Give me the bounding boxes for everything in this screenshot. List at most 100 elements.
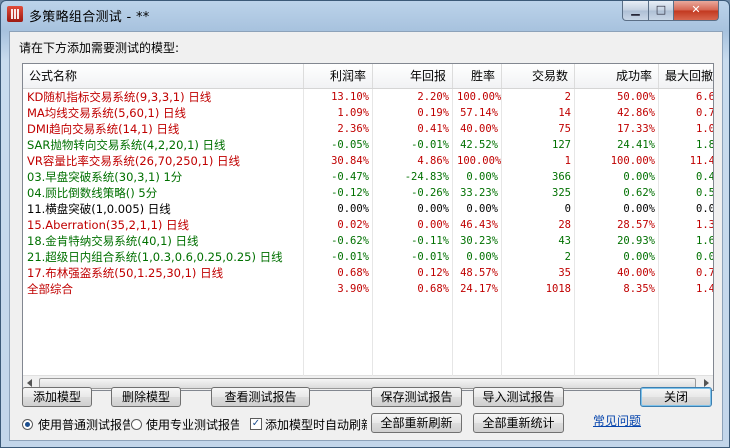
instruction-label: 请在下方添加需要测试的模型: (19, 41, 180, 55)
list-row[interactable]: 17.布林强盗系统(50,1.25,30,1) 日线 0.68% 0.12% 48.5… (23, 265, 713, 281)
model-name-cell: DMI趋向交易系统(14,1) 日线 (27, 122, 180, 136)
maximize-button[interactable]: □ (648, 1, 674, 21)
metric-cell: -0.62% (331, 235, 369, 247)
metric-cell: 1018 (545, 283, 571, 295)
metric-cell: 100.00% (610, 155, 655, 167)
metric-cell: -0.01% (331, 251, 369, 263)
list-header: 公式名称 利润率 年回报 胜率 交易数 成功率 最大回撤 (23, 64, 713, 89)
list-row[interactable]: VR容量比率交易系统(26,70,250,1) 日线 30.84% 4.86% 100… (23, 153, 713, 169)
minimize-icon: ▁ (631, 3, 640, 16)
model-name-cell: 全部综合 (27, 282, 73, 296)
import-report-button[interactable]: 导入测试报告 (473, 387, 564, 407)
model-name-cell: SAR抛物转向交易系统(4,2,20,1) 日线 (27, 138, 226, 152)
model-name-cell: 18.金肯特纳交易系统(40,1) 日线 (27, 234, 199, 248)
add-model-button[interactable]: 添加模型 (22, 387, 92, 407)
metric-cell: 366 (552, 171, 571, 183)
metric-cell: 1.4 (696, 283, 714, 295)
list-row[interactable]: SAR抛物转向交易系统(4,2,20,1) 日线 -0.05% -0.01% 42.5… (23, 137, 713, 153)
list-row[interactable]: 15.Aberration(35,2,1,1) 日线 0.02% 0.00% 46.4… (23, 217, 713, 233)
list-row[interactable]: 21.超级日内组合系统(1,0.3,0.6,0.25,0.25) 日线 -0.01… (23, 249, 713, 265)
metric-cell: 0.7 (696, 107, 714, 119)
close-button[interactable]: 关闭 (640, 387, 712, 407)
metric-cell: 2 (564, 91, 571, 103)
list-row[interactable]: 全部综合 3.90% 0.68% 24.17% 1018 8.35% 1.4 (23, 281, 713, 297)
close-icon: ✕ (691, 3, 701, 16)
column-header[interactable]: 最大回撤 (659, 64, 713, 88)
metric-cell: 0.00% (417, 219, 449, 231)
metric-cell: 42.86% (617, 107, 655, 119)
metric-cell: 50.00% (617, 91, 655, 103)
model-name-cell: MA均线交易系统(5,60,1) 日线 (27, 106, 186, 120)
metric-cell: 2 (564, 251, 571, 263)
model-list[interactable]: 公式名称 利润率 年回报 胜率 交易数 成功率 最大回撤 KD随机指标交易系统(9,3,3,… (22, 63, 714, 391)
model-name-cell: 04.顾比倒数线策略() 5分 (27, 186, 158, 200)
faq-link[interactable]: 常见问题 (593, 412, 641, 429)
metric-cell: 0.00% (466, 171, 498, 183)
list-row[interactable]: 03.早盘突破系统(30,3,1) 1分 -0.47% -24.83% 0.00% 36… (23, 169, 713, 185)
close-window-button[interactable]: ✕ (673, 1, 719, 21)
metric-cell: 0.00% (623, 171, 655, 183)
pro-report-radio[interactable] (131, 419, 142, 430)
window-title: 多策略组合测试 - ** (29, 10, 150, 25)
delete-model-button[interactable]: 删除模型 (111, 387, 181, 407)
metric-cell: 46.43% (460, 219, 498, 231)
metric-cell: 0.4 (696, 171, 714, 183)
scroll-right-icon[interactable] (704, 379, 709, 387)
metric-cell: 0.00% (623, 203, 655, 215)
auto-refresh-label[interactable]: 添加模型时自动刷新 (265, 416, 367, 433)
save-report-button[interactable]: 保存测试报告 (371, 387, 462, 407)
auto-refresh-checkbox[interactable]: ✓ (250, 418, 262, 430)
minimize-button[interactable]: ▁ (622, 1, 649, 21)
metric-cell: -0.47% (331, 171, 369, 183)
metric-cell: 30.23% (460, 235, 498, 247)
view-report-button[interactable]: 查看测试报告 (211, 387, 310, 407)
column-header[interactable]: 公式名称 (23, 64, 304, 88)
normal-report-radio[interactable] (22, 419, 33, 430)
metric-cell: 1 (564, 155, 571, 167)
column-header[interactable]: 利润率 (304, 64, 373, 88)
column-header[interactable]: 年回报 (373, 64, 453, 88)
model-name-cell: 17.布林强盗系统(50,1.25,30,1) 日线 (27, 266, 224, 280)
pro-report-label[interactable]: 使用专业测试报告 (146, 416, 239, 433)
recount-all-button[interactable]: 全部重新统计 (473, 413, 564, 433)
refresh-all-button[interactable]: 全部重新刷新 (371, 413, 462, 433)
column-header[interactable]: 胜率 (453, 64, 502, 88)
list-row[interactable]: MA均线交易系统(5,60,1) 日线 1.09% 0.19% 57.14% 14 42.… (23, 105, 713, 121)
metric-cell: 0.68% (337, 267, 369, 279)
metric-cell: 127 (552, 139, 571, 151)
metric-cell: 6.6 (696, 91, 714, 103)
metric-cell: -0.01% (411, 139, 449, 151)
metric-cell: 2.36% (337, 123, 369, 135)
metric-cell: 35 (558, 267, 571, 279)
list-row[interactable]: 18.金肯特纳交易系统(40,1) 日线 -0.62% -0.11% 30.23% 43… (23, 233, 713, 249)
title-bar[interactable]: 多策略组合测试 - ** ▁ □ ✕ (1, 1, 729, 27)
metric-cell: 0.12% (417, 267, 449, 279)
maximize-icon: □ (655, 3, 667, 16)
metric-cell: 57.14% (460, 107, 498, 119)
metric-cell: 28.57% (617, 219, 655, 231)
metric-cell: 1.8 (696, 139, 714, 151)
scroll-left-icon[interactable] (27, 379, 32, 387)
metric-cell: 0.00% (466, 203, 498, 215)
metric-cell: -0.11% (411, 235, 449, 247)
list-row[interactable]: KD随机指标交易系统(9,3,3,1) 日线 13.10% 2.20% 100.00%… (23, 89, 713, 105)
list-row[interactable]: 04.顾比倒数线策略() 5分 -0.12% -0.26% 33.23% 325 0.62… (23, 185, 713, 201)
metric-cell: 1.6 (696, 235, 714, 247)
column-divider (574, 89, 575, 376)
metric-cell: 0.62% (623, 187, 655, 199)
normal-report-label[interactable]: 使用普通测试报告 (38, 416, 130, 433)
model-name-cell: KD随机指标交易系统(9,3,3,1) 日线 (27, 90, 212, 104)
column-header[interactable]: 交易数 (502, 64, 575, 88)
column-header[interactable]: 成功率 (575, 64, 659, 88)
model-name-cell: 15.Aberration(35,2,1,1) 日线 (27, 218, 190, 232)
metric-cell: 0.02% (337, 219, 369, 231)
metric-cell: 48.57% (460, 267, 498, 279)
metric-cell: 2.20% (417, 91, 449, 103)
metric-cell: -24.83% (404, 171, 449, 183)
column-divider (658, 89, 659, 376)
metric-cell: 8.35% (623, 283, 655, 295)
list-row[interactable]: 11.横盘突破(1,0.005) 日线 0.00% 0.00% 0.00% 0 0.00%… (23, 201, 713, 217)
metric-cell: 4.86% (417, 155, 449, 167)
column-divider (501, 89, 502, 376)
list-row[interactable]: DMI趋向交易系统(14,1) 日线 2.36% 0.41% 40.00% 75 17.3… (23, 121, 713, 137)
